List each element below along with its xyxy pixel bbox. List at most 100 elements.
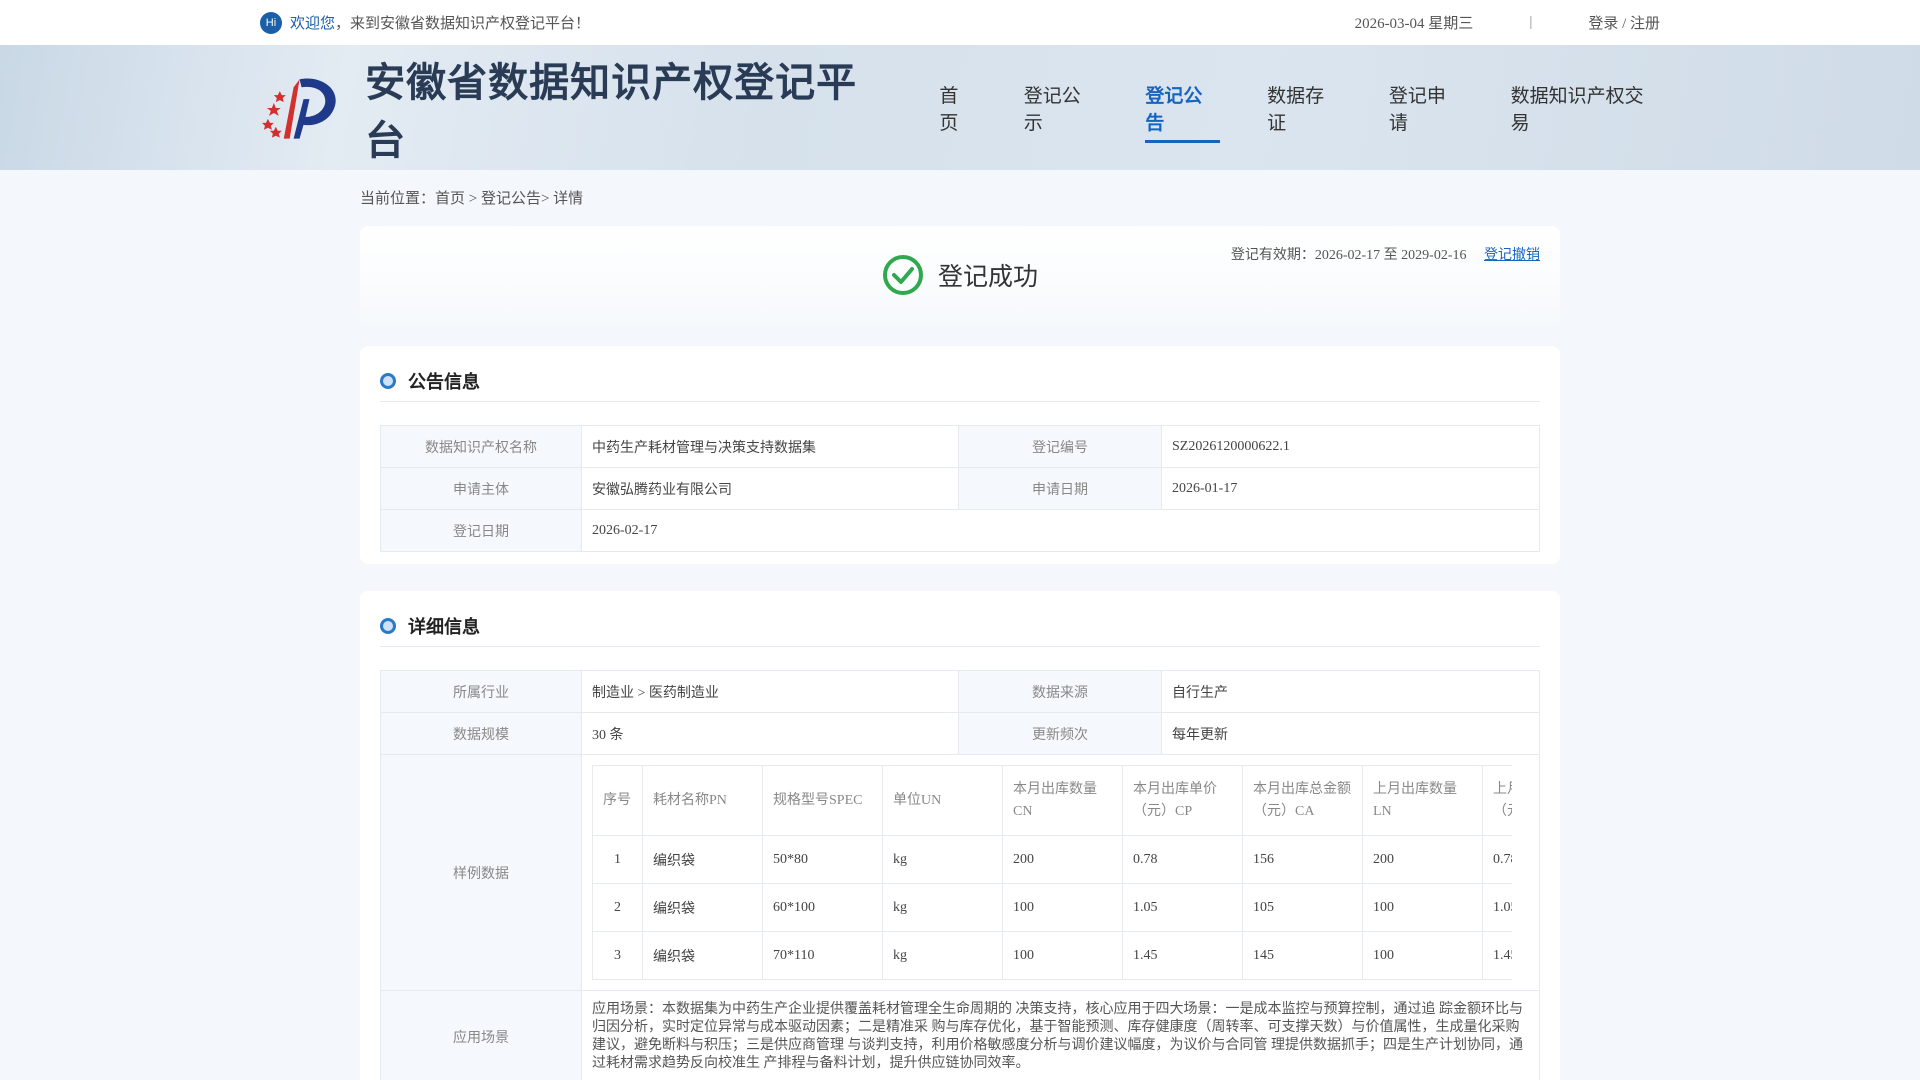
sample-cell: 编织袋	[642, 835, 763, 884]
nav-registration-publicity[interactable]: 登记公示	[1024, 45, 1099, 170]
sample-cell: 3	[592, 931, 643, 980]
sample-cell: 50*80	[762, 835, 883, 884]
sample-cell: 序号 耗材名称PN 规格型号SPEC 单位UN 本月出库数量CN 本月出库单价（…	[581, 754, 1540, 991]
announcement-info-card: 公告信息 数据知识产权名称 中药生产耗材管理与决策支持数据集 登记编号 SZ20…	[360, 346, 1560, 564]
top-bar: Hi 欢迎您 ，来到安徽省数据知识产权登记平台！ 2026-03-04 星期三 …	[0, 0, 1920, 45]
sample-cell: 0.78	[1122, 835, 1243, 884]
sample-row: 1 编织袋 50*80 kg 200 0.78 156 200 0.78	[592, 835, 1512, 884]
sample-row: 2 编织袋 60*100 kg 100 1.05 105 100 1.05	[592, 883, 1512, 932]
scale-label: 数据规模	[380, 712, 582, 755]
sample-cell: 2	[592, 883, 643, 932]
nav-registration-apply[interactable]: 登记申请	[1389, 45, 1464, 170]
detail-section-header: 详细信息	[380, 605, 1540, 647]
sample-cell: 100	[1362, 883, 1483, 932]
table-row: 所属行业 制造业 > 医药制造业 数据来源 自行生产	[380, 670, 1540, 713]
sample-header-cell: 上月出库数量LN	[1362, 765, 1483, 836]
section-dot-icon	[380, 372, 396, 389]
welcome-strong: 欢迎您	[290, 16, 336, 32]
scale-value: 30 条	[581, 712, 959, 755]
success-text: 登记成功	[937, 262, 1038, 291]
sample-cell: 编织袋	[642, 931, 763, 980]
sample-header-row: 序号 耗材名称PN 规格型号SPEC 单位UN 本月出库数量CN 本月出库单价（…	[592, 765, 1512, 836]
success-banner: 登记成功	[360, 254, 1560, 296]
sample-cell: 0.78	[1482, 835, 1512, 884]
sample-header-cell: 上月出库单价（元）	[1482, 765, 1512, 836]
table-row: 数据规模 30 条 更新频次 每年更新	[380, 712, 1540, 755]
section-title: 公告信息	[408, 371, 480, 393]
sample-row: 3 编织袋 70*110 kg 100 1.45 145 100 1.45	[592, 931, 1512, 980]
nav-home[interactable]: 首页	[939, 45, 976, 170]
top-separator: |	[1529, 14, 1533, 30]
sample-cell: 1.45	[1122, 931, 1243, 980]
hi-icon: Hi	[260, 11, 282, 34]
applicant-label: 申请主体	[380, 467, 582, 510]
site-header: 安徽省数据知识产权登记平台 首页 登记公示 登记公告 数据存证 登记申请 数据知…	[0, 45, 1920, 170]
sample-scroll-area[interactable]: 序号 耗材名称PN 规格型号SPEC 单位UN 本月出库数量CN 本月出库单价（…	[592, 765, 1512, 980]
sample-cell: 145	[1242, 931, 1363, 980]
industry-value: 制造业 > 医药制造业	[581, 670, 959, 713]
sample-cell: 156	[1242, 835, 1363, 884]
sample-cell: 1.45	[1482, 931, 1512, 980]
nav-registration-announcement[interactable]: 登记公告	[1145, 45, 1220, 170]
table-row: 申请主体 安徽弘腾药业有限公司 申请日期 2026-01-17	[380, 467, 1540, 510]
sample-cell: kg	[882, 835, 1003, 884]
scenario-label: 应用场景	[380, 990, 582, 1080]
applicant-value: 安徽弘腾药业有限公司	[581, 467, 959, 510]
sample-header-cell: 本月出库总金额（元）CA	[1242, 765, 1363, 836]
sample-cell: 1.05	[1122, 883, 1243, 932]
sample-header-cell: 本月出库单价（元）CP	[1122, 765, 1243, 836]
sample-cell: kg	[882, 883, 1003, 932]
frequency-label: 更新频次	[958, 712, 1162, 755]
sample-cell: 105	[1242, 883, 1363, 932]
sample-cell: 编织袋	[642, 883, 763, 932]
ip-name-label: 数据知识产权名称	[380, 425, 582, 468]
detail-table: 所属行业 制造业 > 医药制造业 数据来源 自行生产 数据规模 30 条 更新频…	[380, 670, 1540, 1080]
reg-code-label: 登记编号	[958, 425, 1162, 468]
sample-cell: 200	[1002, 835, 1123, 884]
login-register-link[interactable]: 登录 / 注册	[1588, 12, 1660, 33]
source-label: 数据来源	[958, 670, 1162, 713]
reg-date-value: 2026-02-17	[581, 509, 1540, 552]
apply-date-value: 2026-01-17	[1161, 467, 1540, 510]
announcement-section-header: 公告信息	[380, 360, 1540, 402]
scenario-cell: 应用场景：本数据集为中药生产企业提供覆盖耗材管理全生命周期的 决策支持，核心应用…	[581, 990, 1540, 1080]
table-row: 数据知识产权名称 中药生产耗材管理与决策支持数据集 登记编号 SZ2026120…	[380, 425, 1540, 468]
industry-label: 所属行业	[380, 670, 582, 713]
sample-cell: 70*110	[762, 931, 883, 980]
site-title: 安徽省数据知识产权登记平台	[365, 59, 858, 164]
reg-date-label: 登记日期	[380, 509, 582, 552]
scenario-text: 应用场景：本数据集为中药生产企业提供覆盖耗材管理全生命周期的 决策支持，核心应用…	[592, 1002, 1523, 1071]
sample-cell: 100	[1002, 931, 1123, 980]
sample-cell: 60*100	[762, 883, 883, 932]
current-date: 2026-03-04 星期三	[1354, 16, 1474, 32]
reg-code-value: SZ2026120000622.1	[1161, 425, 1540, 468]
main-nav: 首页 登记公示 登记公告 数据存证 登记申请 数据知识产权交易	[892, 45, 1660, 170]
nav-ip-trading[interactable]: 数据知识产权交易	[1511, 45, 1660, 170]
sample-header-cell: 单位UN	[882, 765, 1003, 836]
welcome-text: ，来到安徽省数据知识产权登记平台！	[335, 16, 591, 32]
sample-cell: 100	[1002, 883, 1123, 932]
platform-logo-icon	[261, 78, 336, 139]
sample-cell: 100	[1362, 931, 1483, 980]
announcement-table: 数据知识产权名称 中药生产耗材管理与决策支持数据集 登记编号 SZ2026120…	[380, 425, 1540, 552]
detail-info-card: 详细信息 所属行业 制造业 > 医药制造业 数据来源 自行生产 数据规模 30 …	[360, 591, 1560, 1080]
registration-status-card: 登记有效期：2026-02-17 至 2029-02-16 登记撤销 登记成功	[360, 226, 1560, 326]
sample-header-cell: 耗材名称PN	[642, 765, 763, 836]
sample-cell: 200	[1362, 835, 1483, 884]
table-row: 应用场景 应用场景：本数据集为中药生产企业提供覆盖耗材管理全生命周期的 决策支持…	[380, 990, 1540, 1080]
sample-header-cell: 本月出库数量CN	[1002, 765, 1123, 836]
sample-data-table: 序号 耗材名称PN 规格型号SPEC 单位UN 本月出库数量CN 本月出库单价（…	[592, 765, 1512, 980]
sample-label: 样例数据	[380, 754, 582, 991]
apply-date-label: 申请日期	[958, 467, 1162, 510]
sample-header-cell: 规格型号SPEC	[762, 765, 883, 836]
table-row: 登记日期 2026-02-17	[380, 509, 1540, 552]
check-circle-icon	[882, 255, 923, 295]
sample-cell: 1.05	[1482, 883, 1512, 932]
nav-data-evidence[interactable]: 数据存证	[1267, 45, 1342, 170]
sample-cell: 1	[592, 835, 643, 884]
frequency-value: 每年更新	[1161, 712, 1540, 755]
breadcrumb: 当前位置：首页 > 登记公告> 详情	[360, 191, 584, 207]
sample-header-cell: 序号	[592, 765, 643, 836]
section-dot-icon	[380, 617, 396, 634]
section-title: 详细信息	[408, 616, 480, 638]
